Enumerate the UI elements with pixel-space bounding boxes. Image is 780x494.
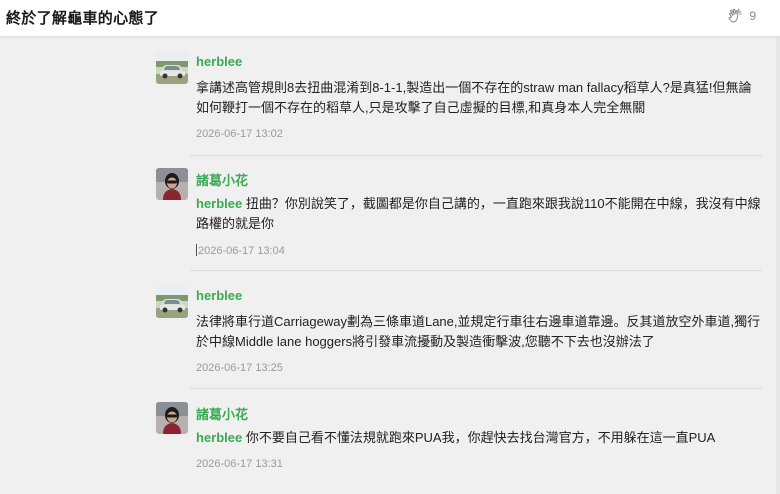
- clap-hands-icon: [727, 8, 743, 24]
- clap-count: 9: [749, 9, 756, 23]
- car-avatar[interactable]: [156, 52, 188, 84]
- comment-timestamp: 2026-06-17 13:31: [196, 458, 283, 470]
- reply-to-mention[interactable]: herblee: [196, 430, 242, 445]
- comment-item: herblee 拿講述高管規則8去扭曲混淆到8-1-1,製造出一個不存在的str…: [150, 52, 762, 152]
- comment-text: 法律將車行道Carriageway劃為三條車道Lane,並規定行車往右邊車道靠邊…: [196, 314, 761, 349]
- top-bar: 終於了解龜車的心態了 9: [0, 0, 780, 37]
- comment-text: 扭曲？你別說笑了，截圖都是你自己講的，一直跑來跟我說110不能開在中線，我沒有中…: [196, 196, 761, 231]
- person-avatar[interactable]: [156, 402, 188, 434]
- page-title: 終於了解龜車的心態了: [6, 10, 160, 27]
- divider: [190, 388, 762, 389]
- comment-timestamp: 2026-06-17 13:02: [196, 128, 283, 140]
- comment-item: herblee 法律將車行道Carriageway劃為三條車道Lane,並規定行…: [150, 286, 762, 386]
- comment-timestamp: 2026-06-17 13:25: [196, 362, 283, 374]
- comment-text: 拿講述高管規則8去扭曲混淆到8-1-1,製造出一個不存在的straw man f…: [196, 80, 752, 115]
- comment-body: 法律將車行道Carriageway劃為三條車道Lane,並規定行車往右邊車道靠邊…: [196, 312, 762, 352]
- divider: [190, 155, 762, 156]
- car-avatar[interactable]: [156, 286, 188, 318]
- comment-text: 你不要自己看不懂法規就跑來PUA我，你趕快去找台灣官方，不用躲在這一直PUA: [245, 430, 716, 445]
- comment-item: 諸葛小花 herblee 你不要自己看不懂法規就跑來PUA我，你趕快去找台灣官方…: [150, 402, 762, 482]
- comment-timestamp-row: 2026-06-17 13:04: [196, 244, 285, 257]
- clap-button[interactable]: 9: [727, 8, 756, 24]
- comment-author[interactable]: 諸葛小花: [196, 404, 248, 423]
- reply-to-mention[interactable]: herblee: [196, 196, 242, 211]
- comment-body: herblee 你不要自己看不懂法規就跑來PUA我，你趕快去找台灣官方，不用躲在…: [196, 428, 762, 448]
- scrollbar[interactable]: [776, 37, 780, 494]
- comment-author[interactable]: herblee: [196, 54, 242, 69]
- comment-author[interactable]: 諸葛小花: [196, 170, 248, 189]
- comment-timestamp: 2026-06-17 13:04: [198, 245, 285, 257]
- person-avatar[interactable]: [156, 168, 188, 200]
- comment-item: 諸葛小花 herblee 扭曲？你別說笑了，截圖都是你自己講的，一直跑來跟我說1…: [150, 168, 762, 268]
- comment-body: 拿講述高管規則8去扭曲混淆到8-1-1,製造出一個不存在的straw man f…: [196, 78, 762, 118]
- text-cursor: [196, 244, 197, 256]
- divider: [190, 270, 762, 271]
- comment-body: herblee 扭曲？你別說笑了，截圖都是你自己講的，一直跑來跟我說110不能開…: [196, 194, 762, 234]
- comment-author[interactable]: herblee: [196, 288, 242, 303]
